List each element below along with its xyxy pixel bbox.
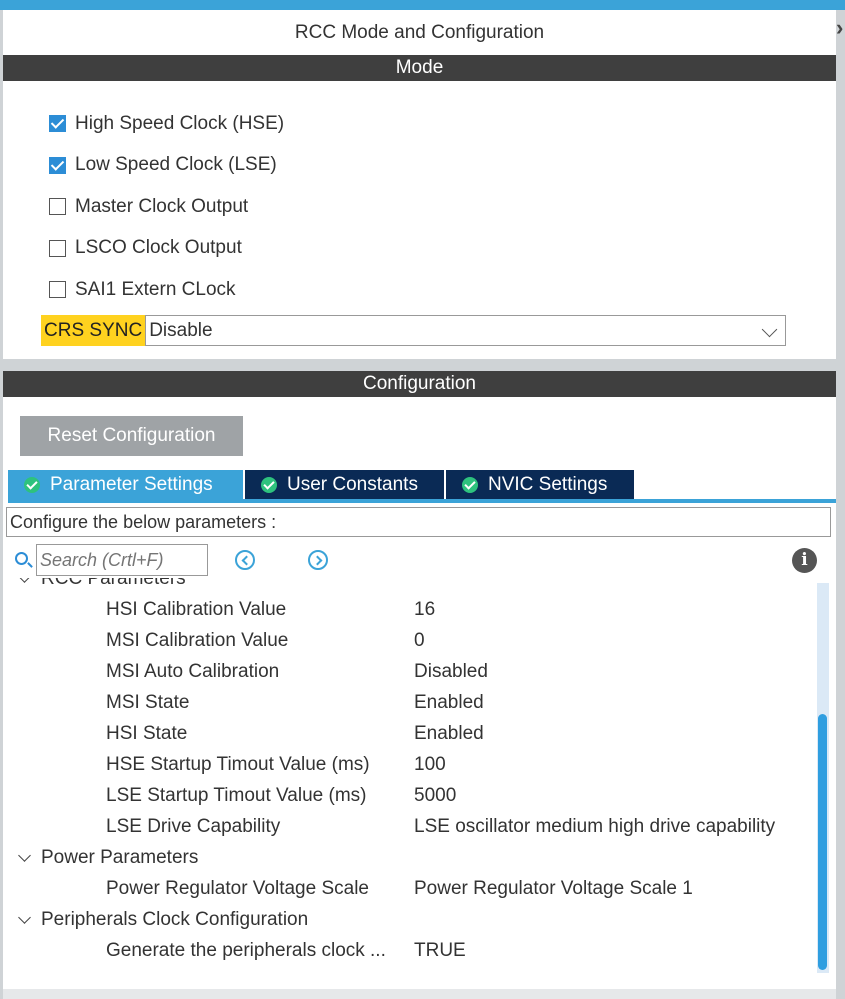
param-name: Generate the peripherals clock ... <box>106 939 386 961</box>
vertical-scrollbar[interactable] <box>817 583 829 973</box>
checkbox-lsco-clock-output[interactable] <box>49 239 66 257</box>
param-value[interactable]: 0 <box>414 630 425 652</box>
param-row[interactable]: MSI Auto Calibration Disabled <box>3 656 815 687</box>
chevron-down-icon[interactable] <box>18 849 31 862</box>
param-value[interactable]: 16 <box>414 599 435 621</box>
option-label: Low Speed Clock (LSE) <box>75 154 277 176</box>
option-label: SAI1 Extern CLock <box>75 278 236 300</box>
search-icon <box>15 552 28 565</box>
group-label: Peripherals Clock Configuration <box>41 908 309 930</box>
mode-panel: RCC Mode and Configuration Mode High Spe… <box>3 10 836 359</box>
checkbox-sai1-extern-clock[interactable] <box>49 281 66 299</box>
right-gutter <box>836 10 845 999</box>
group-label: Power Parameters <box>41 846 199 868</box>
info-icon[interactable]: i <box>792 548 817 573</box>
parameters-description: Configure the below parameters : <box>6 507 831 537</box>
crs-sync-value: Disable <box>149 319 213 341</box>
option-label: LSCO Clock Output <box>75 237 242 259</box>
config-tabs: Parameter Settings User Constants NVIC S… <box>8 470 836 503</box>
configuration-panel: Configuration Reset Configuration Parame… <box>3 371 836 989</box>
param-value[interactable]: Power Regulator Voltage Scale 1 <box>414 878 693 900</box>
previous-match-icon[interactable] <box>235 550 255 570</box>
param-row[interactable]: HSI State Enabled <box>3 718 815 749</box>
option-label: High Speed Clock (HSE) <box>75 112 285 134</box>
param-name: HSI State <box>106 722 188 744</box>
crs-sync-select[interactable]: Disable <box>145 314 787 346</box>
param-row[interactable]: HSI Calibration Value 16 <box>3 594 815 625</box>
bottom-gutter <box>3 989 836 999</box>
group-rcc-parameters[interactable]: RCC Parameters <box>3 578 815 594</box>
scrollbar-thumb[interactable] <box>818 714 827 970</box>
param-row[interactable]: LSE Startup Timout Value (ms) 5000 <box>3 780 815 811</box>
crs-sync-row: CRS SYNC Disable <box>41 314 836 346</box>
panel-title: RCC Mode and Configuration <box>294 22 545 43</box>
param-row[interactable]: LSE Drive Capability LSE oscillator medi… <box>3 811 815 842</box>
tab-nvic-settings[interactable]: NVIC Settings <box>446 470 634 499</box>
option-master-clock-output[interactable]: Master Clock Output <box>49 186 836 228</box>
param-name: HSI Calibration Value <box>106 598 287 620</box>
chevron-down-icon[interactable] <box>18 911 31 924</box>
collapse-panel-icon[interactable]: › <box>836 17 845 58</box>
tab-user-constants[interactable]: User Constants <box>245 470 444 499</box>
option-sai1-extern-clock[interactable]: SAI1 Extern CLock <box>49 269 836 311</box>
mode-header: Mode <box>3 55 836 81</box>
param-row[interactable]: Power Regulator Voltage Scale Power Regu… <box>3 873 815 904</box>
tab-label: Parameter Settings <box>50 474 213 495</box>
param-value[interactable]: TRUE <box>414 940 466 962</box>
param-value[interactable]: Enabled <box>414 723 484 745</box>
group-power-parameters[interactable]: Power Parameters <box>3 842 815 873</box>
param-value[interactable]: 100 <box>414 754 446 776</box>
param-value[interactable]: 5000 <box>414 785 456 807</box>
option-lse[interactable]: Low Speed Clock (LSE) <box>49 145 836 187</box>
check-circle-icon <box>24 476 40 493</box>
parameter-tree: RCC Parameters HSI Calibration Value 16 … <box>3 578 815 971</box>
param-row[interactable]: MSI State Enabled <box>3 687 815 718</box>
check-circle-icon <box>462 476 478 493</box>
param-name: HSE Startup Timout Value (ms) <box>106 753 370 775</box>
check-circle-icon <box>261 476 277 493</box>
search-input[interactable] <box>36 544 208 576</box>
param-name: LSE Startup Timout Value (ms) <box>106 784 367 806</box>
option-hse[interactable]: High Speed Clock (HSE) <box>49 103 836 145</box>
option-lsco-clock-output[interactable]: LSCO Clock Output <box>49 228 836 270</box>
param-name: Power Regulator Voltage Scale <box>106 877 369 899</box>
chevron-down-icon[interactable] <box>18 578 31 583</box>
param-value[interactable]: Disabled <box>414 661 488 683</box>
crs-sync-label: CRS SYNC <box>41 314 146 346</box>
group-label: RCC Parameters <box>41 578 186 589</box>
param-value[interactable]: LSE oscillator medium high drive capabil… <box>414 816 775 838</box>
checkbox-lse[interactable] <box>49 156 66 174</box>
parameter-tree-content: RCC Parameters HSI Calibration Value 16 … <box>3 578 815 966</box>
param-row[interactable]: HSE Startup Timout Value (ms) 100 <box>3 749 815 780</box>
next-match-icon[interactable] <box>308 550 328 570</box>
group-peripherals-clock-configuration[interactable]: Peripherals Clock Configuration <box>3 904 815 935</box>
option-label: Master Clock Output <box>75 195 249 217</box>
param-name: MSI Auto Calibration <box>106 660 280 682</box>
reset-configuration-button[interactable]: Reset Configuration <box>20 416 243 456</box>
window-top-border <box>0 0 845 10</box>
param-name: MSI Calibration Value <box>106 629 289 651</box>
param-name: LSE Drive Capability <box>106 815 281 837</box>
tab-parameter-settings[interactable]: Parameter Settings <box>8 470 243 499</box>
param-row[interactable]: MSI Calibration Value 0 <box>3 625 815 656</box>
param-row[interactable]: Generate the peripherals clock ... TRUE <box>3 935 815 966</box>
tab-label: NVIC Settings <box>488 474 608 495</box>
tab-label: User Constants <box>287 474 418 495</box>
checkbox-hse[interactable] <box>49 115 66 133</box>
chevron-down-icon <box>761 321 778 337</box>
search-row: i <box>13 543 817 577</box>
configuration-header: Configuration <box>3 371 836 397</box>
param-value[interactable]: Enabled <box>414 692 484 714</box>
mode-options: High Speed Clock (HSE) Low Speed Clock (… <box>3 81 836 311</box>
checkbox-master-clock-output[interactable] <box>49 198 66 216</box>
param-name: MSI State <box>106 691 190 713</box>
